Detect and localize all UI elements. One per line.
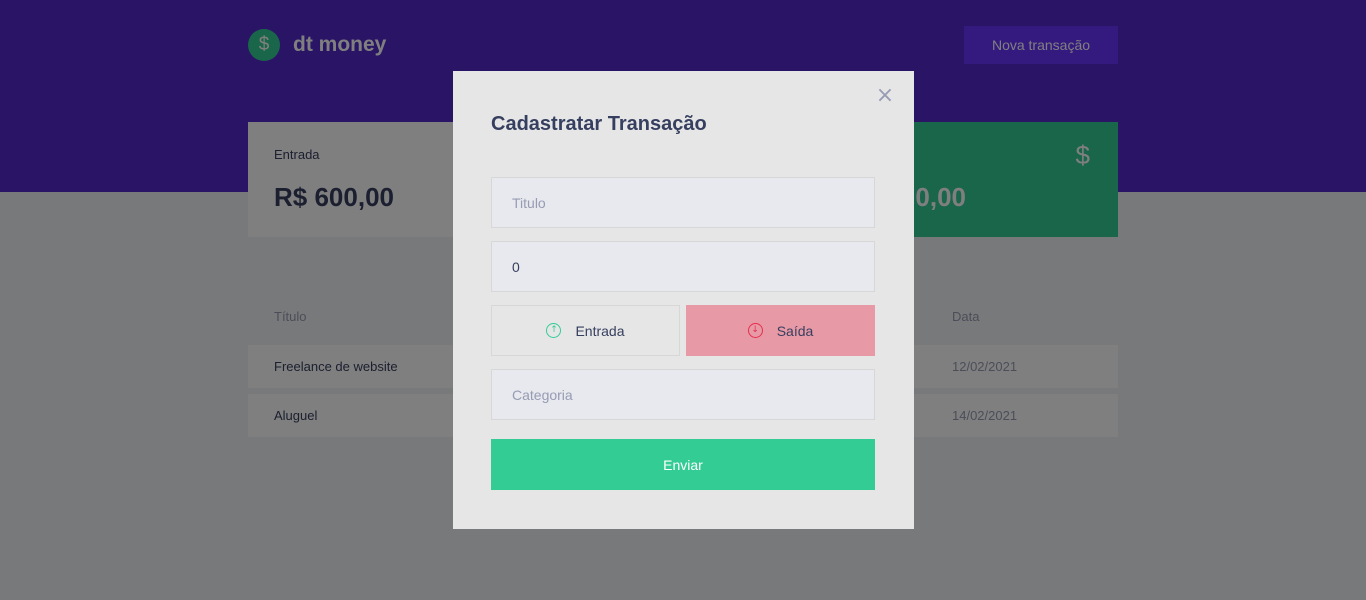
modal-title: Cadastratar Transação (491, 113, 707, 135)
amount-input[interactable] (491, 241, 875, 292)
category-input[interactable] (491, 369, 875, 420)
outcome-type-label: Saída (776, 322, 814, 339)
arrow-down-circle-icon: ↓ (747, 323, 763, 338)
close-icon[interactable]: × (874, 85, 896, 107)
outcome-type-button[interactable]: ↓ Saída (686, 305, 875, 356)
submit-button[interactable]: Enviar (491, 439, 875, 490)
income-type-button[interactable]: ↑ Entrada (491, 305, 680, 356)
new-transaction-modal: × Cadastratar Transação ↑ Entrada ↓ Saíd… (453, 71, 914, 529)
arrow-up-circle-icon: ↑ (546, 323, 562, 338)
title-input[interactable] (491, 177, 875, 228)
income-type-label: Entrada (575, 322, 625, 339)
